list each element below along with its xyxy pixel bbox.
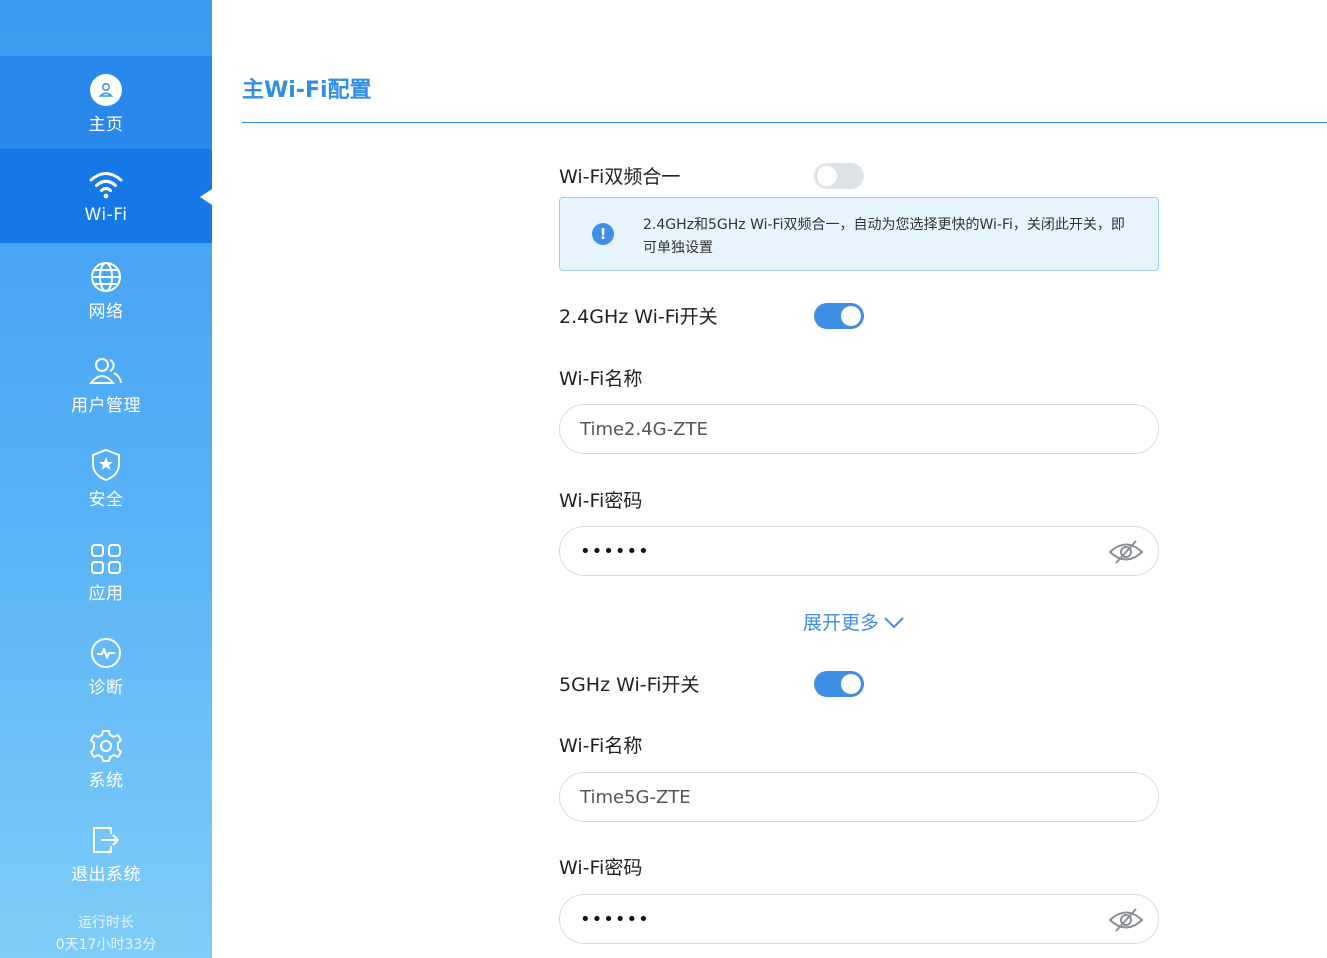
chevron-down-icon xyxy=(884,616,904,628)
sidebar-item-network[interactable]: 网络 xyxy=(0,243,212,337)
users-icon xyxy=(88,353,124,389)
sidebar: 主页 Wi-Fi 网络 用户管理 安全 应用 诊断 系统 退出系统 运行时长 0… xyxy=(0,0,212,958)
uptime-value: 0天17小时33分 xyxy=(55,937,157,953)
expand-more-label: 展开更多 xyxy=(803,612,880,634)
page-title: 主Wi-Fi配置 xyxy=(242,78,372,103)
sidebar-item-diagnosis[interactable]: 诊断 xyxy=(0,619,212,713)
band-5-name-field[interactable] xyxy=(559,772,1159,822)
sidebar-item-label: 主页 xyxy=(88,114,124,135)
uptime-label: 运行时长 xyxy=(78,915,134,931)
main-content: 主Wi-Fi配置 Wi-Fi双频合一 ! 2.4GHz和5GHz Wi-Fi双频… xyxy=(212,0,1327,958)
eye-slash-icon[interactable] xyxy=(1108,907,1144,933)
globe-icon xyxy=(88,259,124,295)
sidebar-item-apps[interactable]: 应用 xyxy=(0,525,212,619)
band-24-name-field[interactable] xyxy=(559,404,1159,454)
pulse-icon xyxy=(88,635,124,671)
dual-band-label: Wi-Fi双频合一 xyxy=(559,166,681,188)
band-5-toggle[interactable] xyxy=(814,671,864,697)
toggle-knob xyxy=(817,166,837,186)
band-24-password-field[interactable] xyxy=(559,526,1159,576)
band-24-toggle[interactable] xyxy=(814,303,864,329)
band-5-switch-label: 5GHz Wi-Fi开关 xyxy=(559,674,700,696)
info-exclamation-icon: ! xyxy=(592,223,614,245)
sidebar-item-label: 安全 xyxy=(88,489,124,510)
gear-icon xyxy=(88,728,124,764)
band-5-name-label: Wi-Fi名称 xyxy=(559,735,643,757)
band-24-switch-label: 2.4GHz Wi-Fi开关 xyxy=(559,306,718,328)
band-5-password-field[interactable] xyxy=(559,894,1159,944)
apps-grid-icon xyxy=(88,541,124,577)
wifi-icon xyxy=(88,167,124,203)
sidebar-item-logout[interactable]: 退出系统 xyxy=(0,806,212,900)
sidebar-item-label: 诊断 xyxy=(88,677,124,698)
toggle-knob xyxy=(841,674,861,694)
sidebar-item-wifi[interactable]: Wi-Fi xyxy=(0,149,212,243)
logout-icon xyxy=(88,822,124,858)
band-24-password-input[interactable] xyxy=(580,527,1080,575)
info-text: 2.4GHz和5GHz Wi-Fi双频合一，自动为您选择更快的Wi-Fi，关闭此… xyxy=(643,217,1125,256)
expand-more-button[interactable]: 展开更多 xyxy=(803,608,905,635)
title-divider xyxy=(242,122,1327,123)
band-5-password-input[interactable] xyxy=(580,895,1080,943)
band-24-password-label: Wi-Fi密码 xyxy=(559,490,643,512)
sidebar-item-label: 退出系统 xyxy=(71,864,141,885)
band-5-name-input[interactable] xyxy=(580,773,1080,821)
band-24-name-input[interactable] xyxy=(580,405,1080,453)
sidebar-item-users[interactable]: 用户管理 xyxy=(0,337,212,431)
band-24-name-label: Wi-Fi名称 xyxy=(559,368,643,390)
shield-star-icon xyxy=(88,447,124,483)
sidebar-item-label: 系统 xyxy=(88,770,124,791)
toggle-knob xyxy=(841,306,861,326)
sidebar-item-label: Wi-Fi xyxy=(84,205,128,225)
sidebar-item-label: 网络 xyxy=(88,301,124,322)
active-indicator xyxy=(200,189,212,205)
band-5-password-label: Wi-Fi密码 xyxy=(559,857,643,879)
sidebar-item-home[interactable]: 主页 xyxy=(0,56,212,150)
sidebar-item-security[interactable]: 安全 xyxy=(0,431,212,525)
uptime-info: 运行时长 0天17小时33分 xyxy=(0,912,212,956)
eye-slash-icon[interactable] xyxy=(1108,539,1144,565)
info-banner: ! 2.4GHz和5GHz Wi-Fi双频合一，自动为您选择更快的Wi-Fi，关… xyxy=(559,197,1159,271)
sidebar-item-system[interactable]: 系统 xyxy=(0,712,212,806)
home-user-icon xyxy=(88,72,124,108)
sidebar-item-label: 用户管理 xyxy=(71,395,141,416)
dual-band-toggle[interactable] xyxy=(814,163,864,189)
sidebar-item-label: 应用 xyxy=(88,583,124,604)
